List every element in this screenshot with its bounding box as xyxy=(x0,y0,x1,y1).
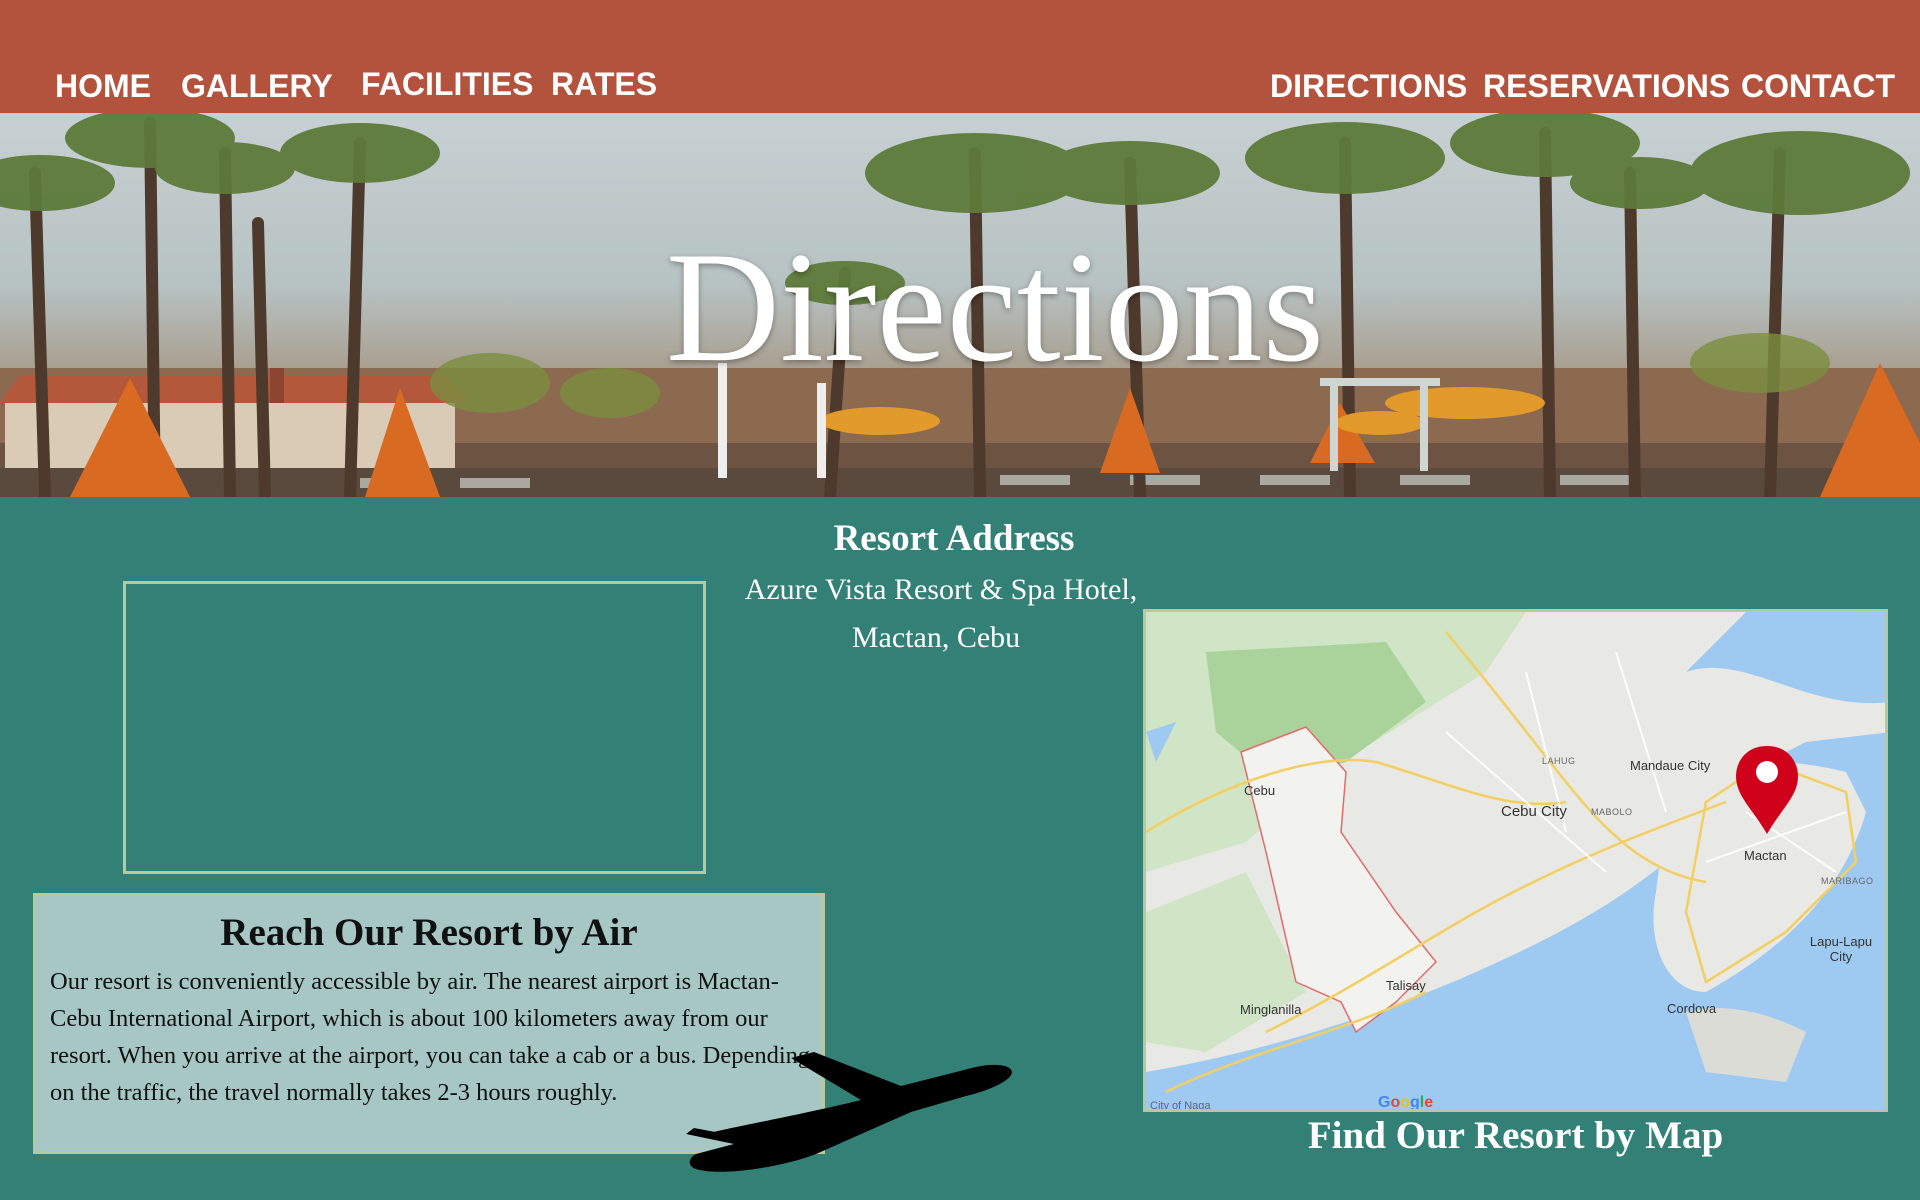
page-title: Directions xyxy=(665,220,1325,395)
google-logo: Google xyxy=(1378,1094,1434,1111)
nav-gallery-link[interactable]: GALLERY xyxy=(181,68,333,104)
resort-map[interactable]: Cebu LAHUG Mandaue City Cebu City MABOLO… xyxy=(1143,609,1888,1112)
nav-reservations-link[interactable]: RESERVATIONS xyxy=(1483,68,1730,104)
nav-facilities-link[interactable]: FACILITIES xyxy=(361,66,533,102)
airplane-icon xyxy=(686,1052,1012,1172)
map-label-cebu: Cebu xyxy=(1244,783,1276,798)
map-label-mandaue: Mandaue City xyxy=(1630,758,1711,773)
nav-rates-link[interactable]: RATES xyxy=(551,66,657,102)
nav-home-link[interactable]: HOME xyxy=(55,68,151,104)
map-label-minglanilla: Minglanilla xyxy=(1240,1002,1302,1017)
air-travel-heading: Reach Our Resort by Air xyxy=(220,911,638,954)
resort-address-line-1: Azure Vista Resort & Spa Hotel, xyxy=(744,573,1138,606)
map-label-mabolo: MABOLO xyxy=(1591,807,1633,817)
map-label-maribago: MARIBAGO xyxy=(1821,876,1874,886)
map-label-cordova: Cordova xyxy=(1667,1001,1717,1016)
map-label-mactan: Mactan xyxy=(1744,848,1787,863)
map-caption: Find Our Resort by Map xyxy=(1307,1114,1724,1157)
hero-banner: Directions xyxy=(0,113,1920,497)
main-nav: HOME GALLERY FACILITIES RATES DIRECTIONS… xyxy=(0,0,1920,113)
map-label-naga: City of Naga xyxy=(1150,1100,1211,1112)
map-label-talisay: Talisay xyxy=(1386,978,1426,993)
map-label-lapu-lapu: Lapu-Lapu City xyxy=(1809,934,1873,964)
nav-directions-link[interactable]: DIRECTIONS xyxy=(1270,68,1467,104)
map-label-lahug: LAHUG xyxy=(1542,756,1576,766)
map-label-cebu-city: Cebu City xyxy=(1501,803,1567,820)
resort-address-heading: Resort Address xyxy=(833,518,1075,559)
nav-contact-link[interactable]: CONTACT xyxy=(1741,68,1895,104)
media-frame xyxy=(123,581,706,874)
